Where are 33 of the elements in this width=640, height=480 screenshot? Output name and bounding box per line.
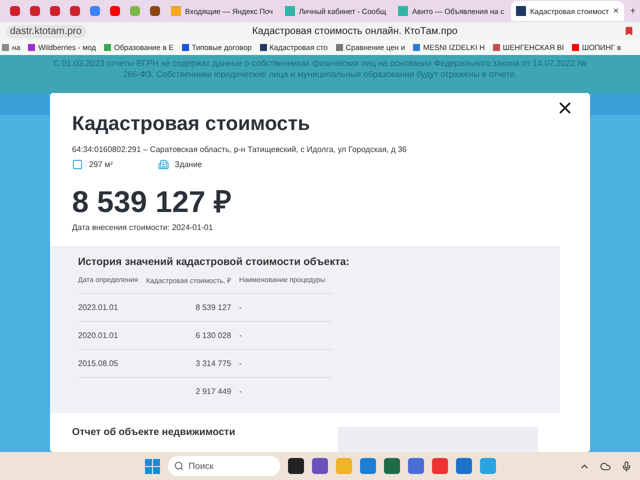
table-cell: - [239,349,334,378]
taskbar-app-icon[interactable] [288,458,304,474]
table-cell: 2 917 449 [146,377,240,405]
object-address: 64:34:0160802:291 – Саратовская область, р-н Татищевский, с Идолга, ул Городская, д 36 [72,144,408,154]
table-cell: 3 314 775 [146,349,240,378]
address-field[interactable]: dastr.ktotam.pro [6,24,86,38]
start-icon[interactable] [144,458,160,474]
table-cell: 6 130 028 [146,321,240,350]
table-cell: - [239,377,334,405]
microphone-icon[interactable] [621,460,632,472]
search-field[interactable]: Поиск [168,456,280,476]
history-title: История значений кадастровой стоимости объекта: [78,256,350,268]
table-cell: - [239,293,334,322]
type-text: Здание [174,160,202,169]
close-tab-button[interactable]: × [612,6,619,16]
table-cell: 2020.01.01 [78,321,146,350]
notice-text: С 01.03.2023 отчеты ЕГРН не содержат данные о собственниках физических лиц на основании Федерального закона от 14.07.2022 № 266-ФЗ. Собственники юридические лица и муниципальные образования будут отражены в отчете. [0,55,640,93]
modal-title: Кадастровая стоимость [72,112,311,136]
date-text: Дата внесения стоимости: 2024-01-01 [72,222,214,232]
report-title: Отчет об объекте недвижимости [72,426,236,440]
bookmark-icon[interactable] [624,26,634,36]
new-tab-button[interactable]: + [630,6,636,16]
cloud-icon[interactable] [600,460,611,472]
table-cell: 8 539 127 [146,293,240,322]
table-cell: - [239,321,334,350]
search-icon [174,461,184,471]
price-text: 8 539 127 ₽ [72,184,232,221]
building-icon [158,158,169,170]
floor-plan-icon [72,158,83,170]
table-cell: 2015.08.05 [78,349,146,378]
area-text: 297 м² [89,160,113,169]
table-cell: 2023.01.01 [78,293,146,322]
page-title: Кадастровая стоимость онлайн. КтоТам.про [251,26,459,36]
